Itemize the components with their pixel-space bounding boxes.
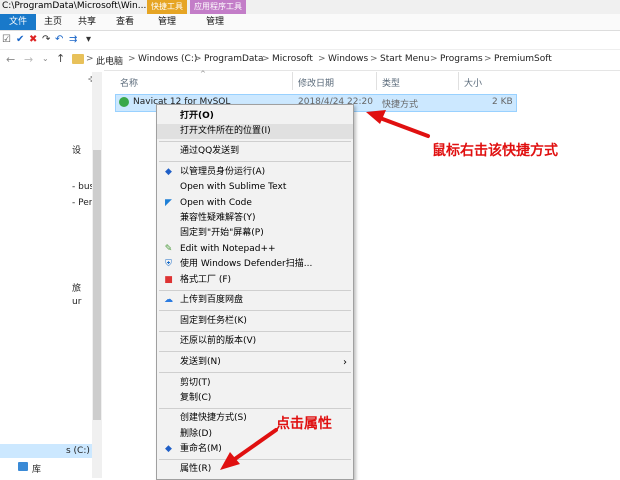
- annotation-click-properties: 点击属性: [276, 416, 332, 432]
- arrow-to-shortcut: [366, 110, 430, 138]
- arrow-to-properties: [220, 428, 278, 470]
- annotation-right-click: 鼠标右击该快捷方式: [432, 143, 558, 159]
- annotation-arrows: [220, 110, 430, 470]
